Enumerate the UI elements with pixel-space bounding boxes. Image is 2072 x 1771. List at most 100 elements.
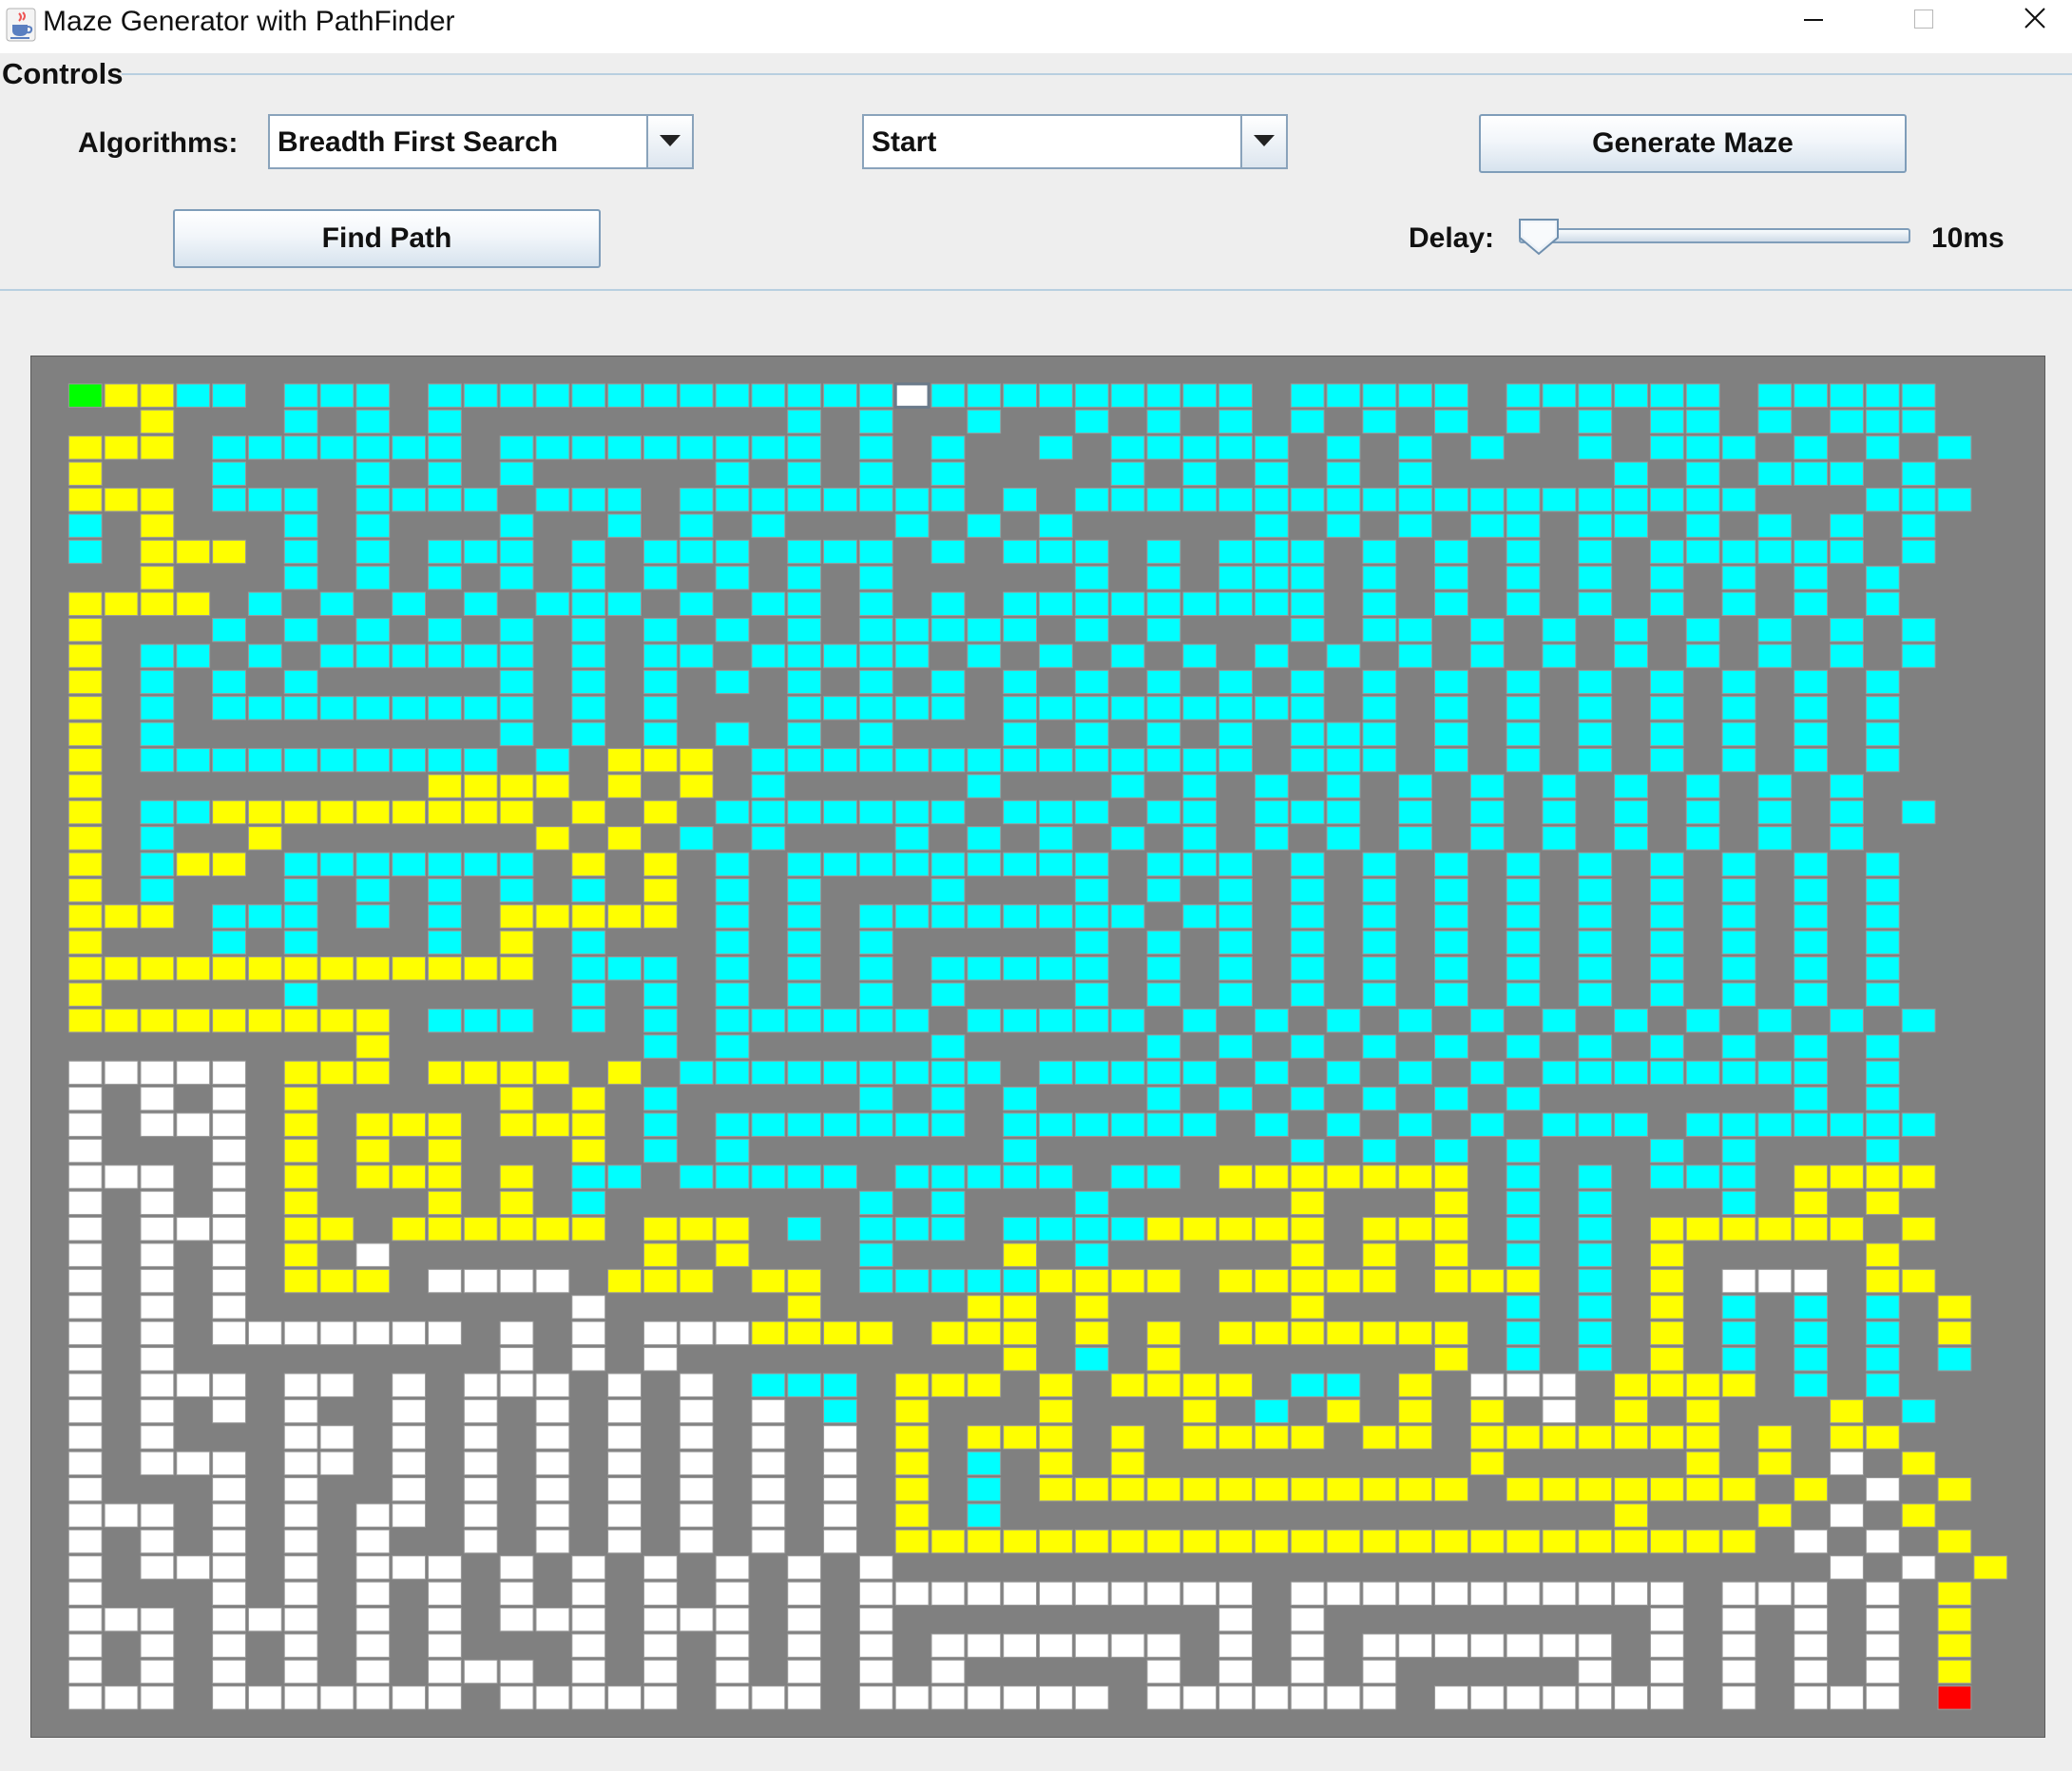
maze-cell-path	[67, 904, 103, 929]
maze-cell-visited	[967, 904, 1002, 929]
delay-slider-track[interactable]	[1519, 228, 1910, 243]
maze-cell-visited	[283, 904, 318, 929]
maze-cell-visited	[1614, 383, 1648, 408]
maze-cell-open	[283, 1503, 318, 1528]
close-button[interactable]	[1986, 0, 2072, 53]
maze-cell-visited	[1362, 409, 1397, 434]
maze-cell-open	[894, 1685, 930, 1710]
maze-cell-visited	[1074, 1008, 1109, 1033]
maze-cell-path	[67, 617, 103, 643]
maze-cell-open	[858, 1581, 893, 1607]
algorithm-dropdown-toggle[interactable]	[646, 116, 692, 167]
maze-cell-visited	[428, 747, 462, 773]
maze-cell-visited	[319, 591, 355, 616]
start-dropdown[interactable]: Start	[862, 114, 1288, 169]
maze-cell-path	[1434, 1268, 1468, 1294]
maze-cell-open	[1469, 1373, 1505, 1397]
maze-cell-path	[787, 1268, 822, 1294]
maze-cell-visited	[212, 383, 246, 408]
maze-cell-visited	[1685, 1060, 1720, 1086]
maze-cell-visited	[1362, 904, 1397, 929]
maze-cell-visited	[1146, 383, 1181, 408]
maze-cell-path	[967, 1373, 1002, 1397]
maze-cell-path	[463, 956, 498, 981]
maze-cell-path	[1218, 1268, 1253, 1294]
maze-cell-visited	[1434, 566, 1468, 590]
maze-cell-visited	[1865, 1347, 1900, 1372]
maze-cell-visited	[1901, 617, 1936, 643]
maze-cell-open	[1398, 1581, 1433, 1607]
maze-cell-path	[140, 513, 175, 538]
maze-cell-open	[392, 1373, 427, 1397]
maze-cell-path	[355, 1165, 391, 1189]
maze-cell-visited	[499, 852, 534, 876]
maze-cell-visited	[930, 696, 966, 721]
close-icon	[2024, 8, 2045, 29]
maze-cell-visited	[283, 696, 318, 721]
maze-cell-path	[1578, 1529, 1613, 1554]
maze-cell-open	[967, 1633, 1002, 1658]
maze-cell-visited	[858, 1217, 893, 1242]
maze-cell-path	[643, 852, 678, 876]
maze-cell-open	[67, 1685, 103, 1710]
algorithm-dropdown[interactable]: Breadth First Search	[268, 114, 694, 169]
start-dropdown-toggle[interactable]	[1240, 116, 1286, 167]
maze-cell-path	[1218, 1425, 1253, 1450]
maze-cell-path	[1254, 1268, 1289, 1294]
maze-cell-open	[1110, 1633, 1145, 1658]
maze-cell-open	[212, 1138, 246, 1164]
find-path-button[interactable]: Find Path	[173, 209, 601, 268]
delay-slider-thumb[interactable]	[1517, 217, 1561, 257]
maze-cell-visited	[1039, 591, 1073, 616]
maze-cell-path	[607, 747, 642, 773]
maze-cell-visited	[930, 852, 966, 876]
maze-cell-path	[67, 696, 103, 721]
maze-cell-path	[1865, 1190, 1900, 1216]
maze-cell-visited	[176, 383, 211, 408]
maze-cell-visited	[1039, 1112, 1073, 1137]
maze-cell-visited	[787, 409, 822, 434]
maze-cell-open	[930, 1685, 966, 1710]
maze-cell-open	[1469, 1633, 1505, 1658]
generate-maze-button[interactable]: Generate Maze	[1479, 114, 1907, 173]
maze-cell-open	[823, 1529, 857, 1554]
maze-cell-path	[392, 1217, 427, 1242]
maze-cell-visited	[463, 487, 498, 512]
maze-cell-visited	[1362, 539, 1397, 565]
maze-cell-visited	[1039, 435, 1073, 460]
maze-cell-visited	[1254, 591, 1289, 616]
maze-cell-open	[751, 1398, 786, 1424]
maze-cell-path	[1721, 1477, 1756, 1502]
maze-cell-path	[1542, 1425, 1577, 1450]
maze-canvas[interactable]	[30, 356, 2045, 1738]
maze-cell-open	[140, 1503, 175, 1528]
maze-cell-path	[67, 956, 103, 981]
maze-cell-open	[787, 1633, 822, 1658]
maze-cell-open	[535, 1373, 570, 1397]
maze-cell-visited	[392, 435, 427, 460]
maze-cell-visited	[1362, 1034, 1397, 1059]
maze-cell-open	[679, 1373, 714, 1397]
maze-cell-visited	[787, 1060, 822, 1086]
maze-cell-visited	[1290, 956, 1325, 981]
maze-cell-path	[428, 1165, 462, 1189]
maze-cell-open	[858, 1685, 893, 1710]
maze-cell-visited	[428, 566, 462, 590]
maze-cell-visited	[858, 1112, 893, 1137]
maze-cell-open	[1182, 1581, 1218, 1607]
maze-cell-path	[571, 799, 606, 825]
maze-cell-path	[535, 1217, 570, 1242]
maze-cell-visited	[1901, 539, 1936, 565]
maze-cell-visited	[1649, 956, 1684, 981]
maximize-button[interactable]	[1878, 0, 1969, 53]
maze-cell-visited	[679, 1165, 714, 1189]
maze-cell-visited	[1074, 722, 1109, 746]
maze-cell-path	[1326, 1165, 1361, 1189]
maze-cell-path	[1398, 1165, 1433, 1189]
minimize-button[interactable]	[1768, 0, 1859, 53]
maze-cell-visited	[715, 383, 750, 408]
maze-cell-visited	[643, 1112, 678, 1137]
maze-cell-visited	[1937, 1347, 1972, 1372]
maze-cell-open	[319, 1451, 355, 1476]
maze-cell-open	[140, 1295, 175, 1319]
